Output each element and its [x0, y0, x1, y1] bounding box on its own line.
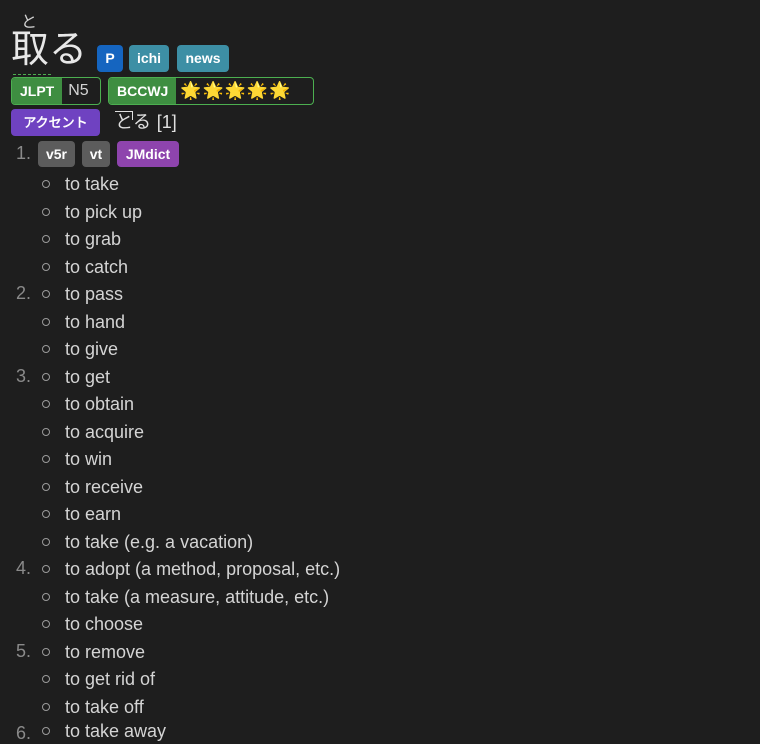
tag-news[interactable]: news: [177, 45, 229, 72]
bullet-icon: [42, 703, 50, 711]
jlpt-badge[interactable]: JLPT N5: [11, 77, 101, 105]
bullet-icon: [42, 180, 50, 188]
bullet-icon: [42, 208, 50, 216]
tag-ichi[interactable]: ichi: [129, 45, 169, 72]
pos-tag-vt[interactable]: vt: [82, 141, 110, 167]
gloss-text: to adopt (a method, proposal, etc.): [65, 559, 341, 579]
sense-number: 2.: [16, 283, 32, 303]
bullet-icon: [42, 235, 50, 243]
gloss-text: to take off: [65, 697, 144, 717]
gloss-text: to get rid of: [65, 669, 156, 689]
bccwj-badge[interactable]: BCCWJ 🌟🌟🌟🌟🌟: [108, 77, 314, 105]
jlpt-label: JLPT: [12, 78, 63, 104]
gloss-text: to hand: [65, 312, 126, 332]
bullet-icon: [42, 483, 50, 491]
pitch-low-mora: る: [133, 112, 151, 133]
bullet-icon: [42, 345, 50, 353]
gloss-text: to receive: [65, 477, 144, 497]
bullet-icon: [42, 373, 50, 381]
bullet-icon: [42, 455, 50, 463]
source-tag-jmdict[interactable]: JMdict: [117, 141, 179, 167]
gloss-text: to give: [65, 339, 119, 359]
headword-underline: [13, 74, 51, 75]
bullet-icon: [42, 620, 50, 628]
pitch-high-mora: と: [115, 111, 133, 133]
gloss-text: to take: [65, 174, 120, 194]
bullet-icon: [42, 538, 50, 546]
bullet-icon: [42, 593, 50, 601]
bullet-icon: [42, 565, 50, 573]
headword-kanji[interactable]: 取る: [11, 26, 87, 72]
sense-number: 6.: [16, 723, 32, 743]
bullet-icon: [42, 263, 50, 271]
sense-number: 3.: [16, 366, 32, 386]
pitch-accent-index: [1]: [156, 112, 177, 132]
tag-priority[interactable]: P: [97, 45, 123, 72]
jlpt-level: N5: [68, 82, 89, 99]
sense-number: 5.: [16, 641, 32, 661]
gloss-text: to remove: [65, 642, 146, 662]
bullet-icon: [42, 318, 50, 326]
sense-number: 1.: [16, 143, 32, 163]
gloss-text: to catch: [65, 257, 129, 277]
gloss-text: to win: [65, 449, 113, 469]
gloss-text: to earn: [65, 504, 122, 524]
gloss-text: to grab: [65, 229, 122, 249]
bullet-icon: [42, 510, 50, 518]
pitch-accent: とる [1]: [115, 110, 177, 135]
bullet-icon: [42, 400, 50, 408]
bullet-icon: [42, 648, 50, 656]
bccwj-label: BCCWJ: [109, 78, 177, 104]
bullet-icon: [42, 428, 50, 436]
gloss-text: to choose: [65, 614, 144, 634]
bullet-icon: [42, 290, 50, 298]
gloss-text: to pass: [65, 284, 124, 304]
accent-badge[interactable]: アクセント: [11, 109, 100, 136]
gloss-text: to pick up: [65, 202, 143, 222]
bullet-icon: [42, 727, 50, 735]
gloss-text: to take (e.g. a vacation): [65, 532, 254, 552]
gloss-text: to obtain: [65, 394, 135, 414]
gloss-text: to acquire: [65, 422, 145, 442]
gloss-text: to take away: [65, 721, 167, 741]
sense-number: 4.: [16, 558, 32, 578]
pos-tag-v5r[interactable]: v5r: [38, 141, 75, 167]
bccwj-stars: 🌟🌟🌟🌟🌟: [180, 81, 292, 100]
gloss-text: to get: [65, 367, 111, 387]
gloss-text: to take (a measure, attitude, etc.): [65, 587, 330, 607]
bullet-icon: [42, 675, 50, 683]
